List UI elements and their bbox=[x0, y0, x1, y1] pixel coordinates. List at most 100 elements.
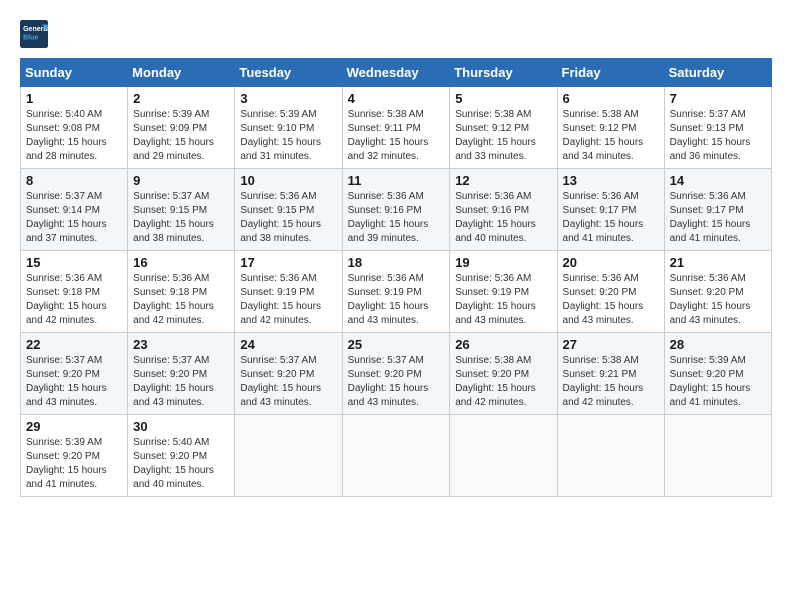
daylight-label: Daylight: 15 hours and 43 minutes. bbox=[240, 383, 321, 408]
day-info: Sunrise: 5:39 AM Sunset: 9:09 PM Dayligh… bbox=[133, 108, 229, 164]
calendar-header: SundayMondayTuesdayWednesdayThursdayFrid… bbox=[21, 59, 772, 87]
day-info: Sunrise: 5:39 AM Sunset: 9:10 PM Dayligh… bbox=[240, 108, 336, 164]
sunset-label: Sunset: 9:19 PM bbox=[348, 287, 422, 298]
daylight-label: Daylight: 15 hours and 38 minutes. bbox=[240, 219, 321, 244]
day-number: 28 bbox=[670, 337, 766, 352]
daylight-label: Daylight: 15 hours and 41 minutes. bbox=[670, 383, 751, 408]
day-info: Sunrise: 5:38 AM Sunset: 9:20 PM Dayligh… bbox=[455, 354, 551, 410]
calendar-cell bbox=[235, 415, 342, 497]
day-number: 18 bbox=[348, 255, 445, 270]
calendar-cell: 26 Sunrise: 5:38 AM Sunset: 9:20 PM Dayl… bbox=[450, 333, 557, 415]
day-info: Sunrise: 5:36 AM Sunset: 9:20 PM Dayligh… bbox=[563, 272, 659, 328]
sunset-label: Sunset: 9:20 PM bbox=[670, 369, 744, 380]
daylight-label: Daylight: 15 hours and 34 minutes. bbox=[563, 137, 644, 162]
calendar-week-row: 8 Sunrise: 5:37 AM Sunset: 9:14 PM Dayli… bbox=[21, 169, 772, 251]
sunset-label: Sunset: 9:12 PM bbox=[455, 123, 529, 134]
sunset-label: Sunset: 9:11 PM bbox=[348, 123, 421, 134]
calendar-cell: 23 Sunrise: 5:37 AM Sunset: 9:20 PM Dayl… bbox=[128, 333, 235, 415]
weekday-header-saturday: Saturday bbox=[664, 59, 771, 87]
daylight-label: Daylight: 15 hours and 43 minutes. bbox=[348, 383, 429, 408]
calendar-week-row: 15 Sunrise: 5:36 AM Sunset: 9:18 PM Dayl… bbox=[21, 251, 772, 333]
weekday-header-sunday: Sunday bbox=[21, 59, 128, 87]
day-info: Sunrise: 5:36 AM Sunset: 9:18 PM Dayligh… bbox=[133, 272, 229, 328]
calendar-cell: 8 Sunrise: 5:37 AM Sunset: 9:14 PM Dayli… bbox=[21, 169, 128, 251]
calendar-cell: 24 Sunrise: 5:37 AM Sunset: 9:20 PM Dayl… bbox=[235, 333, 342, 415]
daylight-label: Daylight: 15 hours and 42 minutes. bbox=[563, 383, 644, 408]
day-info: Sunrise: 5:37 AM Sunset: 9:15 PM Dayligh… bbox=[133, 190, 229, 246]
calendar-cell: 20 Sunrise: 5:36 AM Sunset: 9:20 PM Dayl… bbox=[557, 251, 664, 333]
sunrise-label: Sunrise: 5:36 AM bbox=[240, 273, 316, 284]
sunset-label: Sunset: 9:19 PM bbox=[240, 287, 314, 298]
day-info: Sunrise: 5:36 AM Sunset: 9:19 PM Dayligh… bbox=[240, 272, 336, 328]
calendar-cell: 22 Sunrise: 5:37 AM Sunset: 9:20 PM Dayl… bbox=[21, 333, 128, 415]
sunset-label: Sunset: 9:18 PM bbox=[26, 287, 100, 298]
day-number: 13 bbox=[563, 173, 659, 188]
day-info: Sunrise: 5:36 AM Sunset: 9:20 PM Dayligh… bbox=[670, 272, 766, 328]
day-number: 21 bbox=[670, 255, 766, 270]
day-info: Sunrise: 5:37 AM Sunset: 9:14 PM Dayligh… bbox=[26, 190, 122, 246]
weekday-header-tuesday: Tuesday bbox=[235, 59, 342, 87]
sunrise-label: Sunrise: 5:37 AM bbox=[670, 109, 746, 120]
day-number: 12 bbox=[455, 173, 551, 188]
daylight-label: Daylight: 15 hours and 40 minutes. bbox=[455, 219, 536, 244]
calendar-cell: 17 Sunrise: 5:36 AM Sunset: 9:19 PM Dayl… bbox=[235, 251, 342, 333]
daylight-label: Daylight: 15 hours and 43 minutes. bbox=[348, 301, 429, 326]
daylight-label: Daylight: 15 hours and 41 minutes. bbox=[563, 219, 644, 244]
sunrise-label: Sunrise: 5:36 AM bbox=[563, 273, 639, 284]
day-info: Sunrise: 5:40 AM Sunset: 9:08 PM Dayligh… bbox=[26, 108, 122, 164]
day-number: 20 bbox=[563, 255, 659, 270]
sunset-label: Sunset: 9:09 PM bbox=[133, 123, 207, 134]
day-number: 17 bbox=[240, 255, 336, 270]
day-info: Sunrise: 5:38 AM Sunset: 9:11 PM Dayligh… bbox=[348, 108, 445, 164]
day-number: 6 bbox=[563, 91, 659, 106]
day-info: Sunrise: 5:36 AM Sunset: 9:16 PM Dayligh… bbox=[455, 190, 551, 246]
calendar-cell: 29 Sunrise: 5:39 AM Sunset: 9:20 PM Dayl… bbox=[21, 415, 128, 497]
sunset-label: Sunset: 9:15 PM bbox=[133, 205, 207, 216]
day-info: Sunrise: 5:39 AM Sunset: 9:20 PM Dayligh… bbox=[670, 354, 766, 410]
daylight-label: Daylight: 15 hours and 43 minutes. bbox=[455, 301, 536, 326]
sunset-label: Sunset: 9:20 PM bbox=[348, 369, 422, 380]
day-info: Sunrise: 5:36 AM Sunset: 9:19 PM Dayligh… bbox=[348, 272, 445, 328]
sunrise-label: Sunrise: 5:37 AM bbox=[26, 191, 102, 202]
day-info: Sunrise: 5:39 AM Sunset: 9:20 PM Dayligh… bbox=[26, 436, 122, 492]
calendar-cell: 14 Sunrise: 5:36 AM Sunset: 9:17 PM Dayl… bbox=[664, 169, 771, 251]
sunset-label: Sunset: 9:20 PM bbox=[133, 369, 207, 380]
calendar-cell: 1 Sunrise: 5:40 AM Sunset: 9:08 PM Dayli… bbox=[21, 87, 128, 169]
weekday-header-thursday: Thursday bbox=[450, 59, 557, 87]
sunrise-label: Sunrise: 5:36 AM bbox=[348, 191, 424, 202]
sunrise-label: Sunrise: 5:40 AM bbox=[133, 437, 209, 448]
calendar-cell: 7 Sunrise: 5:37 AM Sunset: 9:13 PM Dayli… bbox=[664, 87, 771, 169]
calendar-week-row: 1 Sunrise: 5:40 AM Sunset: 9:08 PM Dayli… bbox=[21, 87, 772, 169]
day-number: 19 bbox=[455, 255, 551, 270]
sunrise-label: Sunrise: 5:38 AM bbox=[563, 109, 639, 120]
daylight-label: Daylight: 15 hours and 42 minutes. bbox=[133, 301, 214, 326]
daylight-label: Daylight: 15 hours and 43 minutes. bbox=[26, 383, 107, 408]
sunset-label: Sunset: 9:16 PM bbox=[348, 205, 422, 216]
sunset-label: Sunset: 9:12 PM bbox=[563, 123, 637, 134]
day-number: 9 bbox=[133, 173, 229, 188]
calendar-cell: 30 Sunrise: 5:40 AM Sunset: 9:20 PM Dayl… bbox=[128, 415, 235, 497]
daylight-label: Daylight: 15 hours and 39 minutes. bbox=[348, 219, 429, 244]
sunset-label: Sunset: 9:17 PM bbox=[670, 205, 744, 216]
calendar-cell: 25 Sunrise: 5:37 AM Sunset: 9:20 PM Dayl… bbox=[342, 333, 450, 415]
sunrise-label: Sunrise: 5:36 AM bbox=[240, 191, 316, 202]
sunset-label: Sunset: 9:13 PM bbox=[670, 123, 744, 134]
calendar-cell: 18 Sunrise: 5:36 AM Sunset: 9:19 PM Dayl… bbox=[342, 251, 450, 333]
sunrise-label: Sunrise: 5:38 AM bbox=[563, 355, 639, 366]
day-number: 5 bbox=[455, 91, 551, 106]
day-number: 4 bbox=[348, 91, 445, 106]
sunrise-label: Sunrise: 5:36 AM bbox=[455, 273, 531, 284]
weekday-header-friday: Friday bbox=[557, 59, 664, 87]
day-number: 16 bbox=[133, 255, 229, 270]
sunrise-label: Sunrise: 5:39 AM bbox=[133, 109, 209, 120]
daylight-label: Daylight: 15 hours and 37 minutes. bbox=[26, 219, 107, 244]
calendar-week-row: 29 Sunrise: 5:39 AM Sunset: 9:20 PM Dayl… bbox=[21, 415, 772, 497]
sunrise-label: Sunrise: 5:38 AM bbox=[455, 355, 531, 366]
sunset-label: Sunset: 9:14 PM bbox=[26, 205, 100, 216]
daylight-label: Daylight: 15 hours and 29 minutes. bbox=[133, 137, 214, 162]
daylight-label: Daylight: 15 hours and 33 minutes. bbox=[455, 137, 536, 162]
day-info: Sunrise: 5:37 AM Sunset: 9:13 PM Dayligh… bbox=[670, 108, 766, 164]
day-number: 30 bbox=[133, 419, 229, 434]
day-info: Sunrise: 5:37 AM Sunset: 9:20 PM Dayligh… bbox=[133, 354, 229, 410]
sunset-label: Sunset: 9:15 PM bbox=[240, 205, 314, 216]
